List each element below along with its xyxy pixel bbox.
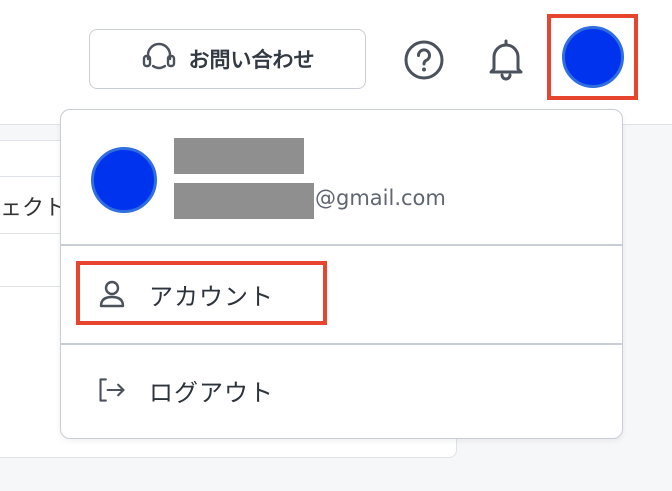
email-domain: @gmail.com bbox=[315, 186, 446, 210]
menu-item-logout-label: ログアウト bbox=[149, 378, 274, 407]
notification-button[interactable] bbox=[482, 36, 530, 86]
logout-icon bbox=[97, 375, 127, 405]
menu-divider bbox=[61, 244, 622, 246]
user-menu-avatar bbox=[91, 147, 157, 213]
contact-button-label: お問い合わせ bbox=[188, 48, 315, 72]
headset-icon bbox=[141, 42, 177, 76]
avatar bbox=[561, 26, 624, 88]
menu-item-account-label: アカウント bbox=[149, 282, 274, 311]
account-avatar-button[interactable] bbox=[547, 14, 638, 100]
user-menu: @gmail.com アカウント ログアウト bbox=[60, 109, 623, 439]
user-info: @gmail.com bbox=[61, 110, 622, 245]
menu-item-account[interactable]: アカウント bbox=[61, 248, 622, 340]
page: ェクト お問い合わせ @gmail.com アカウント ログアウト bbox=[0, 0, 672, 491]
help-button[interactable] bbox=[400, 38, 448, 86]
user-icon bbox=[97, 279, 127, 309]
question-circle-icon bbox=[402, 38, 446, 86]
redacted-email-local bbox=[174, 183, 314, 219]
redacted-username bbox=[174, 138, 304, 174]
menu-item-logout[interactable]: ログアウト bbox=[61, 344, 622, 436]
bell-icon bbox=[486, 36, 526, 86]
background-tab-label: ェクト bbox=[0, 196, 67, 221]
contact-button[interactable]: お問い合わせ bbox=[89, 29, 366, 89]
